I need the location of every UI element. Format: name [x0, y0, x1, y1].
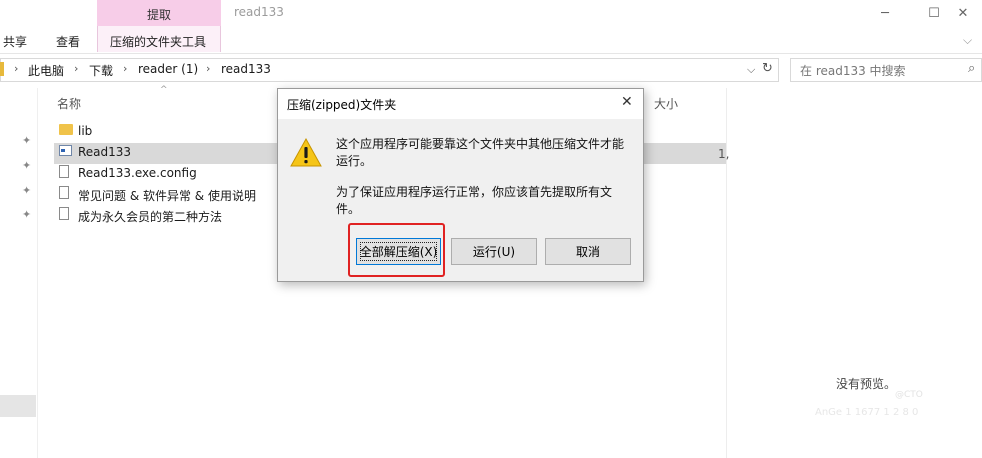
- breadcrumb-separator-icon[interactable]: ›: [123, 62, 127, 75]
- preview-empty-text: 没有预览。: [836, 377, 897, 391]
- tab-share[interactable]: 共享: [3, 33, 27, 50]
- pin-icon[interactable]: ✦: [22, 159, 31, 172]
- breadcrumb-separator-icon[interactable]: ›: [14, 62, 18, 75]
- ribbon-expand-chevron-icon[interactable]: ⌵: [963, 33, 972, 48]
- breadcrumb-this-pc[interactable]: 此电脑: [28, 62, 64, 79]
- pin-icon[interactable]: ✦: [22, 208, 31, 221]
- window-title: read133: [234, 5, 284, 19]
- document-icon: [59, 165, 69, 178]
- dialog-message-line: 运行。: [336, 154, 373, 168]
- folder-icon: [0, 62, 4, 76]
- warning-icon: [290, 137, 322, 167]
- tab-view[interactable]: 查看: [56, 33, 80, 50]
- dialog-message-line: 这个应用程序可能要靠这个文件夹中其他压缩文件才能: [336, 137, 625, 151]
- nav-pane-divider: [37, 88, 38, 458]
- file-name: Read133: [78, 145, 132, 159]
- watermark-text: @CTO: [895, 390, 923, 400]
- cancel-button[interactable]: 取消: [545, 238, 631, 265]
- file-name: 常见问题 & 软件异常 & 使用说明: [78, 189, 256, 203]
- dialog-message-line: 件。: [336, 202, 361, 216]
- document-icon: [59, 207, 69, 220]
- breadcrumb-downloads[interactable]: 下载: [89, 62, 113, 79]
- sort-arrow-icon: ^: [160, 85, 168, 95]
- ribbon-divider: [0, 53, 982, 54]
- breadcrumb-read133[interactable]: read133: [221, 62, 271, 76]
- nav-selected-item[interactable]: [0, 395, 36, 417]
- breadcrumb-reader[interactable]: reader (1): [138, 62, 198, 76]
- search-placeholder: 在 read133 中搜索: [800, 64, 906, 78]
- annotation-highlight-box: [348, 223, 445, 277]
- minimize-button[interactable]: ─: [862, 0, 908, 26]
- dialog-close-icon[interactable]: ✕: [621, 94, 633, 110]
- watermark-text: AnGe 1 1677 1 2 8 0: [815, 407, 919, 418]
- address-bar[interactable]: [0, 58, 779, 82]
- search-icon[interactable]: ⌕: [968, 61, 975, 76]
- breadcrumb-separator-icon[interactable]: ›: [74, 62, 78, 75]
- file-name: lib: [78, 124, 93, 138]
- pin-icon[interactable]: ✦: [22, 184, 31, 197]
- dialog-title: 压缩(zipped)文件夹: [287, 98, 397, 112]
- run-button[interactable]: 运行(U): [451, 238, 537, 265]
- run-label: 运行(U): [472, 245, 516, 259]
- file-name: Read133.exe.config: [78, 166, 197, 180]
- tab-compressed-folder-tools[interactable]: 压缩的文件夹工具: [110, 33, 206, 50]
- pin-icon[interactable]: ✦: [22, 134, 31, 147]
- close-window-button[interactable]: ✕: [940, 0, 982, 26]
- breadcrumb-separator-icon[interactable]: ›: [206, 62, 210, 75]
- column-header-name[interactable]: 名称: [57, 95, 81, 112]
- exe-icon: [59, 145, 72, 156]
- cancel-label: 取消: [575, 245, 600, 259]
- tab-extract[interactable]: 提取: [97, 6, 221, 23]
- dialog-message-line: 为了保证应用程序运行正常，你应该首先提取所有文: [336, 185, 613, 199]
- details-pane-divider: [726, 88, 727, 458]
- column-header-size[interactable]: 大小: [654, 95, 678, 112]
- refresh-icon[interactable]: ↻: [762, 61, 773, 76]
- file-size: 1,: [718, 147, 730, 161]
- folder-icon: [59, 124, 73, 135]
- address-dropdown-icon[interactable]: ⌵: [747, 63, 755, 77]
- document-icon: [59, 186, 69, 199]
- file-name: 成为永久会员的第二种方法: [78, 210, 223, 224]
